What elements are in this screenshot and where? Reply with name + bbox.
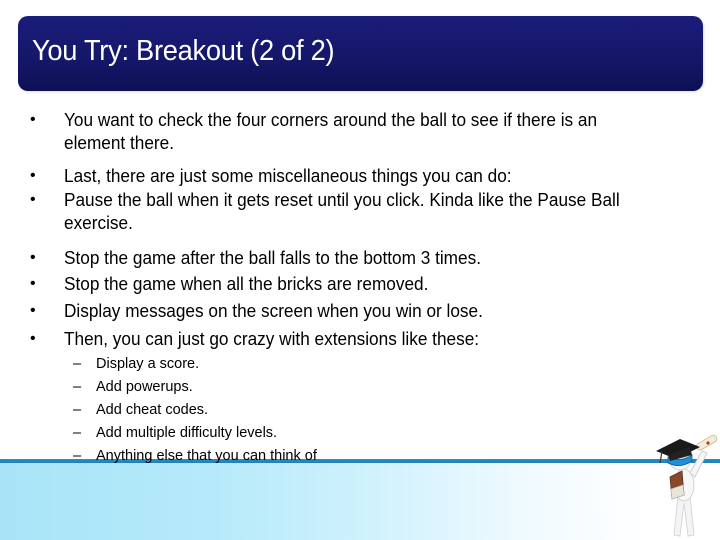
dash-icon: –: [73, 379, 82, 395]
dash-icon: –: [73, 425, 82, 441]
bullet-icon: •: [30, 167, 36, 184]
bullet-text: Stop the game when all the bricks are re…: [64, 273, 429, 294]
sub-bullet-text: Add powerups.: [96, 379, 193, 395]
bullet-icon: •: [30, 275, 36, 292]
slide-title: You Try: Breakout (2 of 2): [32, 35, 335, 67]
bullet-icon: •: [30, 191, 36, 208]
bullet-icon: •: [30, 249, 36, 266]
bullet-text: Display messages on the screen when you …: [64, 300, 483, 321]
footer-gradient-band: [0, 463, 720, 540]
bullet-icon: •: [30, 111, 36, 128]
title-bar: You Try: Breakout (2 of 2): [18, 16, 703, 91]
bullet-text: Pause the ball when it gets reset until …: [64, 189, 620, 233]
sub-bullet-text: Add cheat codes.: [96, 402, 209, 418]
bullet-icon: •: [30, 302, 36, 319]
dash-icon: –: [73, 448, 82, 464]
bullet-text: Last, there are just some miscellaneous …: [64, 165, 512, 186]
bullet-text: Stop the game after the ball falls to th…: [64, 247, 481, 268]
bullet-icon: •: [30, 330, 36, 347]
dash-icon: –: [73, 356, 82, 372]
graduate-figure-with-diploma-icon: [656, 434, 718, 537]
sub-bullet-text: Anything else that you can think of: [96, 448, 317, 464]
sub-bullet-text: Display a score.: [96, 356, 200, 372]
bullet-text: Then, you can just go crazy with extensi…: [64, 328, 480, 349]
dash-icon: –: [73, 402, 82, 418]
sub-bullet-text: Add multiple difficulty levels.: [96, 425, 278, 441]
bullet-text: You want to check the four corners aroun…: [64, 109, 598, 153]
